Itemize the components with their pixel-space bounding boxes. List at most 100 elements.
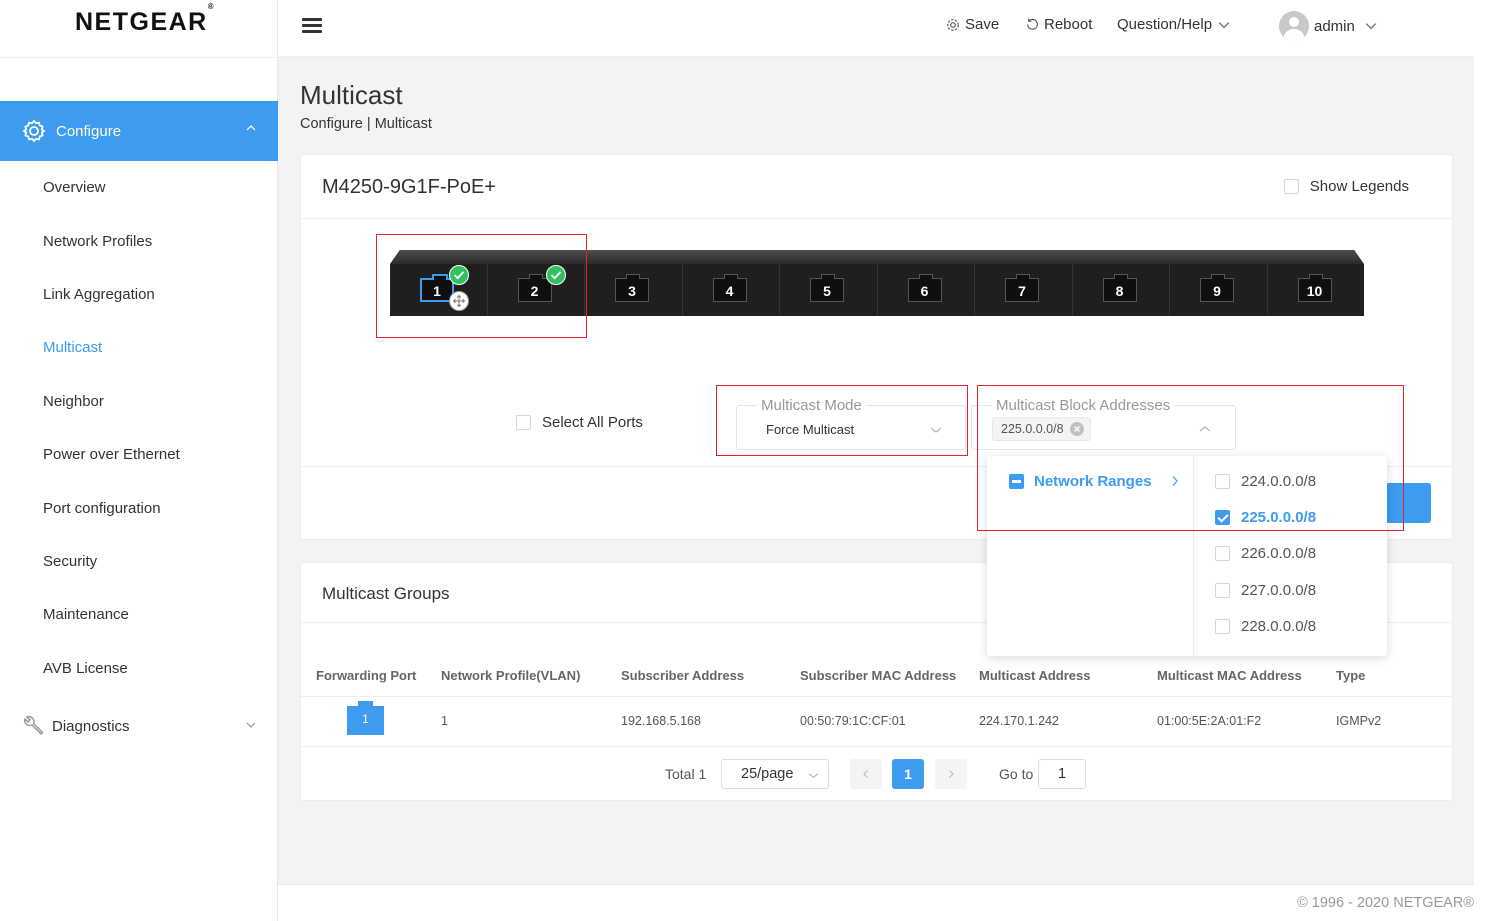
checkbox-box[interactable] [1283,179,1299,194]
port-slot-3[interactable]: 3 [585,264,683,316]
multicast-block-label: Multicast Block Addresses [992,397,1175,414]
chevron-down-icon [1365,23,1377,30]
page-edge [1474,0,1489,921]
netgear-logo[interactable]: NETGEAR® [75,2,215,37]
multicast-block-select[interactable]: Multicast Block Addresses 225.0.0.0/8 [971,397,1236,450]
port-7[interactable]: 7 [1005,274,1039,302]
chevron-right-icon [949,770,954,778]
save-gear-icon [947,18,959,31]
range-option-225[interactable]: 225.0.0.0/8 [1215,507,1316,527]
checkbox-box[interactable] [1215,545,1230,561]
cell-type: IGMPv2 [1336,714,1382,728]
sidebar-item-power-over-ethernet[interactable]: Power over Ethernet [0,428,278,481]
range-option-228[interactable]: 228.0.0.0/8 [1215,616,1316,636]
device-card-header: M4250-9G1F-PoE+ Show Legends [301,155,1452,219]
port-6[interactable]: 6 [907,274,942,302]
multicast-groups-title: Multicast Groups [322,584,450,603]
port-4[interactable]: 4 [712,274,747,302]
port-slot-6[interactable]: 6 [878,264,975,316]
sidebar-item-multicast[interactable]: Multicast [0,321,278,374]
forwarding-port-icon[interactable]: 1 [347,701,384,735]
footer: © 1996 - 2020 NETGEAR® [278,885,1474,921]
avatar [1279,11,1309,41]
checkbox-box[interactable] [516,415,531,430]
port-9[interactable]: 9 [1200,274,1234,302]
save-button[interactable]: Save [946,16,999,33]
logo-divider [0,57,278,58]
switch-top-edge [390,250,1364,264]
sidebar-item-network-profiles[interactable]: Network Profiles [0,214,278,267]
checkbox-box[interactable] [1215,473,1230,489]
goto-label: Go to [999,766,1034,782]
multicast-mode-select[interactable]: Multicast Mode Force Multicast [736,397,966,450]
col-network-profile: Network Profile(VLAN) [441,668,581,683]
menu-toggle-icon[interactable] [302,18,322,36]
sidebar-item-overview[interactable]: Overview [0,161,278,214]
sidebar-configure[interactable]: Configure [0,101,278,161]
pagination-total: Total 1 [665,766,707,782]
port-5[interactable]: 5 [810,274,844,302]
prev-page-button[interactable] [850,759,882,789]
check-circle-icon [546,265,566,285]
sidebar-item-neighbor[interactable]: Neighbor [0,375,278,428]
sidebar-item-link-aggregation[interactable]: Link Aggregation [0,268,278,321]
sidebar-nav: Overview Network Profiles Link Aggregati… [0,161,278,695]
col-multicast-address: Multicast Address [979,668,1091,683]
page-1-button[interactable]: 1 [892,759,924,789]
checkbox-box[interactable] [1215,582,1230,598]
goto-page-input[interactable]: 1 [1038,759,1086,789]
col-multicast-mac: Multicast MAC Address [1157,668,1302,683]
copyright-text: © 1996 - 2020 NETGEAR® [1297,895,1474,911]
block-address-chip: 225.0.0.0/8 [992,417,1091,441]
port-slot-4[interactable]: 4 [683,264,780,316]
sidebar-item-maintenance[interactable]: Maintenance [0,588,278,641]
sidebar-item-security[interactable]: Security [0,535,278,588]
show-legends-checkbox[interactable]: Show Legends [1283,178,1409,195]
sidebar-diagnostics[interactable]: Diagnostics [0,700,278,752]
block-address-dropdown: Network Ranges 224.0.0.0/8 225.0.0.0/8 2… [987,456,1387,656]
switch-body: 1 2 3 4 5 6 7 8 9 10 [390,264,1364,316]
move-icon[interactable] [449,291,469,311]
sidebar-configure-label: Configure [56,122,122,140]
chevron-down-icon [246,722,256,728]
checkbox-box[interactable] [1215,618,1230,634]
next-page-button[interactable] [935,759,967,789]
port-slot-2[interactable]: 2 [488,264,585,316]
network-ranges-option[interactable]: Network Ranges [1009,473,1152,490]
breadcrumb: Configure | Multicast [300,116,432,132]
chevron-down-icon [1218,21,1230,28]
chevron-up-icon [246,125,256,131]
sidebar-item-port-configuration[interactable]: Port configuration [0,481,278,534]
indeterminate-checkbox[interactable] [1009,474,1024,489]
sidebar-diagnostics-label: Diagnostics [52,717,130,735]
port-slot-10[interactable]: 10 [1268,264,1365,316]
checkbox-checked[interactable] [1215,509,1230,525]
port-slot-8[interactable]: 8 [1073,264,1170,316]
port-3[interactable]: 3 [615,274,649,302]
chevron-down-icon [808,773,819,778]
cell-multicast-address: 224.170.1.242 [979,714,1059,728]
range-option-224[interactable]: 224.0.0.0/8 [1215,471,1316,491]
chevron-down-icon [930,427,942,433]
help-menu[interactable]: Question/Help [1117,16,1230,33]
range-option-227[interactable]: 227.0.0.0/8 [1215,580,1316,600]
select-all-ports-checkbox[interactable]: Select All Ports [516,414,643,431]
user-menu[interactable]: admin [1279,11,1377,41]
range-option-226[interactable]: 226.0.0.0/8 [1215,543,1316,563]
col-subscriber-address: Subscriber Address [621,668,745,683]
port-slot-9[interactable]: 9 [1170,264,1268,316]
port-slot-5[interactable]: 5 [780,264,878,316]
port-slot-7[interactable]: 7 [975,264,1073,316]
cell-multicast-mac: 01:00:5E:2A:01:F2 [1157,714,1262,728]
close-icon[interactable] [1069,422,1084,436]
port-slot-1[interactable]: 1 [390,264,488,316]
check-circle-icon [449,265,469,285]
apply-button[interactable] [1386,483,1431,523]
page-title: Multicast [300,80,403,110]
port-8[interactable]: 8 [1102,274,1137,302]
table-row-line [301,746,1452,747]
reboot-button[interactable]: Reboot [1026,16,1092,33]
page-size-select[interactable]: 25/page [721,759,829,789]
port-10[interactable]: 10 [1297,274,1332,302]
sidebar-item-avb-license[interactable]: AVB License [0,642,278,695]
